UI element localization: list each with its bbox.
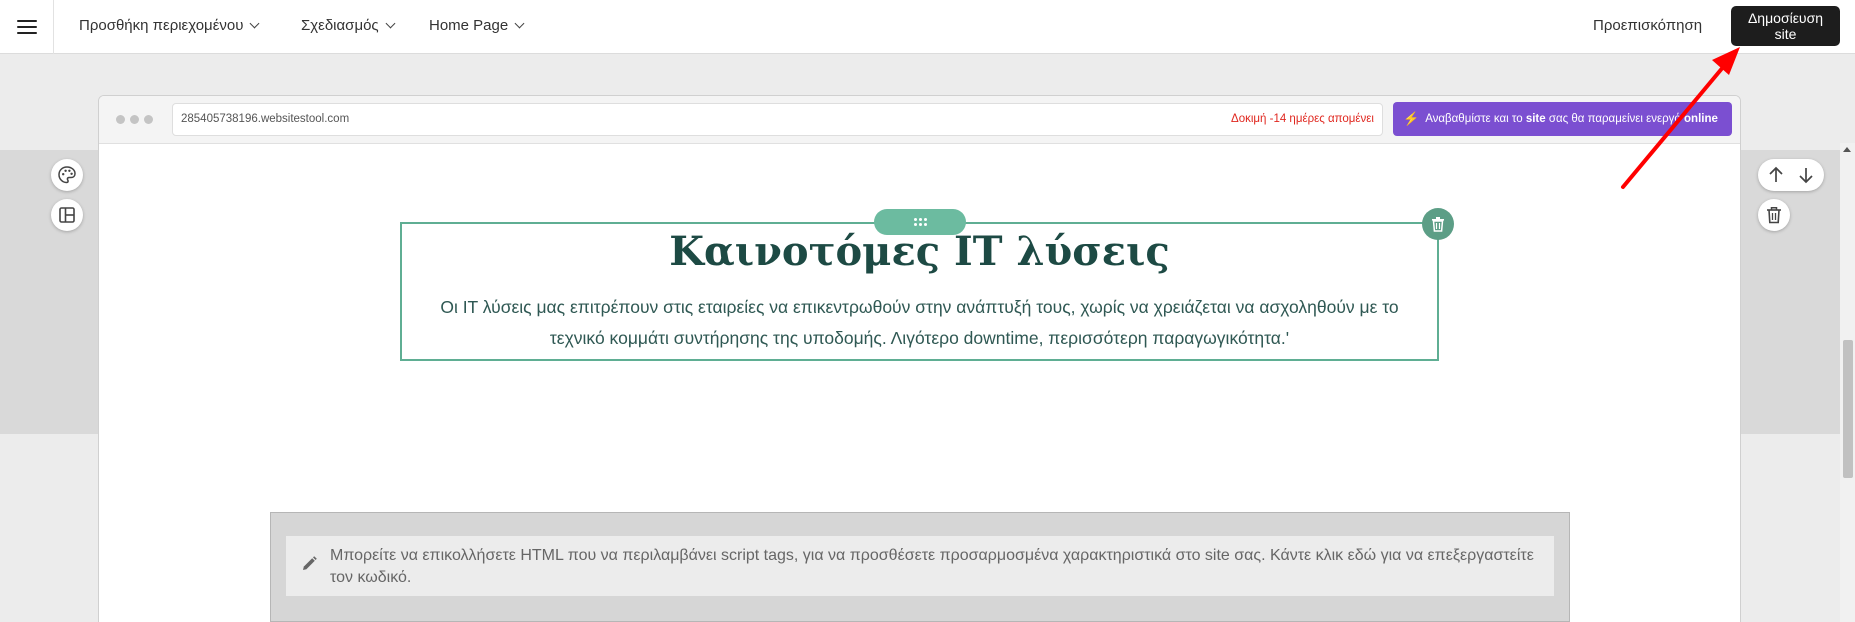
chevron-down-icon	[249, 18, 260, 29]
scroll-up-arrow-icon[interactable]	[1843, 147, 1851, 152]
lightning-icon: ⚡	[1403, 111, 1420, 126]
description-text[interactable]: Οι IT λύσεις μας επιτρέπουν στις εταιρεί…	[420, 292, 1419, 354]
pencil-icon	[303, 556, 317, 570]
add-content-menu[interactable]: Προσθήκη περιεχομένου	[79, 17, 260, 34]
chevron-down-icon	[385, 18, 396, 29]
preview-button[interactable]: Προεπισκόπηση	[1593, 17, 1702, 34]
drag-grip-icon	[913, 218, 927, 226]
hamburger-menu-icon	[16, 20, 37, 34]
url-bar: 285405738196.websitestool.com Δοκιμή -14…	[172, 103, 1383, 136]
arrow-up-icon[interactable]	[1766, 165, 1786, 185]
section-design-button[interactable]	[51, 159, 83, 191]
design-menu[interactable]: Σχεδιασμός	[301, 17, 396, 34]
page-selector[interactable]: Home Page	[429, 17, 525, 34]
trial-notice: Δοκιμή -14 ημέρες απομένει	[1231, 113, 1374, 125]
design-label: Σχεδιασμός	[301, 17, 379, 34]
site-url: 285405738196.websitestool.com	[181, 113, 350, 125]
upgrade-label: Αναβαθμίστε και το site σας θα παραμείνε…	[1425, 113, 1718, 125]
trash-icon	[1767, 207, 1781, 224]
html-embed-hint: Μπορείτε να επικολλήσετε HTML που να περ…	[330, 547, 1534, 586]
headline[interactable]: Καινοτόμες IT λύσεις	[400, 228, 1439, 275]
window-dot-icon	[116, 115, 125, 124]
html-embed-edit-area[interactable]: Μπορείτε να επικολλήσετε HTML που να περ…	[286, 536, 1554, 596]
palette-icon	[58, 166, 76, 184]
chevron-down-icon	[514, 18, 525, 29]
delete-section-button[interactable]	[1758, 199, 1790, 231]
publish-site-button[interactable]: Δημοσίευση site	[1731, 6, 1840, 46]
arrow-down-icon[interactable]	[1796, 165, 1816, 185]
window-dot-icon	[144, 115, 153, 124]
browser-bar: 285405738196.websitestool.com Δοκιμή -14…	[99, 96, 1740, 144]
move-section-controls	[1758, 159, 1824, 191]
hamburger-menu-button[interactable]	[0, 0, 54, 54]
upgrade-button[interactable]: ⚡ Αναβαθμίστε και το site σας θα παραμεί…	[1393, 102, 1732, 136]
window-dot-icon	[130, 115, 139, 124]
top-toolbar: Προσθήκη περιεχομένου Σχεδιασμός Home Pa…	[0, 0, 1855, 54]
layout-icon	[59, 207, 75, 223]
add-content-label: Προσθήκη περιεχομένου	[79, 17, 244, 34]
scrollbar-thumb[interactable]	[1843, 340, 1853, 478]
page-selector-label: Home Page	[429, 17, 509, 34]
section-layout-button[interactable]	[51, 199, 83, 231]
